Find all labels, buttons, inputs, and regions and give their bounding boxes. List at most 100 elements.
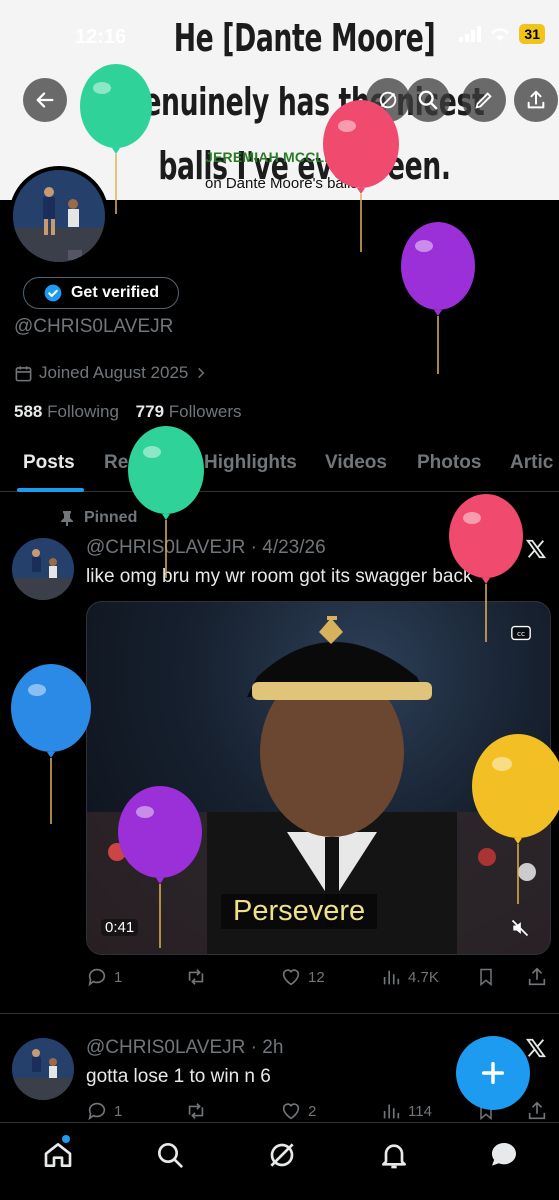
signal-icon — [459, 26, 482, 42]
tab-highlights[interactable]: Highlights — [204, 452, 297, 474]
status-icons: 31 — [459, 24, 545, 44]
pin-icon — [61, 511, 73, 526]
get-verified-button[interactable]: Get verified — [23, 277, 179, 309]
edit-button[interactable] — [462, 78, 506, 122]
nav-grok[interactable] — [266, 1139, 298, 1171]
home-notification-dot — [62, 1135, 70, 1143]
repost-button[interactable] — [184, 1100, 214, 1122]
nav-search[interactable] — [154, 1139, 186, 1171]
share-icon — [528, 1101, 546, 1120]
views-count: 114 — [408, 1102, 432, 1120]
pinned-label: Pinned — [84, 509, 138, 526]
nav-messages[interactable] — [488, 1139, 520, 1171]
reply-button[interactable]: 1 — [86, 1100, 122, 1122]
reply-count: 1 — [114, 1102, 123, 1120]
home-icon — [44, 1143, 72, 1167]
post-text: like omg bru my wr room got its swagger … — [86, 566, 473, 587]
search-icon — [158, 1143, 183, 1168]
post-actions: 1 12 4.7K — [86, 966, 551, 992]
like-icon — [282, 969, 300, 986]
banner-source: on Dante Moore's balls — [205, 175, 358, 192]
post-video[interactable]: Persevere 0:41 cc — [86, 601, 551, 955]
post-divider — [0, 1013, 559, 1014]
video-caption: Persevere — [221, 894, 378, 929]
like-icon — [282, 1103, 300, 1120]
x-logo-icon[interactable] — [525, 1037, 547, 1059]
status-time: 12:16 — [75, 26, 127, 48]
compose-button[interactable] — [456, 1036, 530, 1110]
followers-count: 779 — [135, 402, 165, 421]
active-tab-indicator — [17, 488, 84, 492]
like-button[interactable]: 2 — [280, 1100, 316, 1122]
share-icon — [527, 90, 545, 109]
video-duration: 0:41 — [101, 919, 139, 936]
back-icon — [36, 92, 54, 108]
mute-icon[interactable] — [510, 918, 530, 938]
following-link[interactable]: 588 Following — [14, 402, 119, 421]
tab-articles[interactable]: Artic — [510, 452, 553, 474]
following-label: Following — [47, 402, 119, 421]
nav-home[interactable] — [42, 1135, 74, 1171]
follow-stats: 588 Following 779 Followers — [14, 402, 242, 422]
avatar-image — [12, 538, 74, 600]
chevron-right-icon — [198, 367, 205, 379]
post-meta: @CHRIS0LAVEJR · 4/23/26 — [86, 537, 326, 558]
like-button[interactable]: 12 — [280, 966, 325, 988]
balloon-decoration — [11, 664, 91, 824]
reply-icon — [88, 968, 106, 987]
followers-label: Followers — [168, 402, 242, 421]
share-post-button[interactable] — [526, 1100, 548, 1122]
like-count: 2 — [308, 1102, 317, 1120]
profile-handle: @CHRIS0LAVEJR — [14, 316, 174, 337]
tab-photos[interactable]: Photos — [417, 452, 481, 474]
nav-notifications[interactable] — [378, 1139, 410, 1171]
views-button[interactable]: 4.7K — [380, 966, 439, 988]
battery-indicator: 31 — [519, 24, 545, 44]
cc-icon[interactable]: cc — [510, 622, 532, 644]
views-button[interactable]: 114 — [380, 1100, 432, 1122]
joined-label: Joined August 2025 — [39, 363, 189, 382]
get-verified-label: Get verified — [70, 284, 160, 301]
search-button[interactable] — [406, 78, 450, 122]
tab-posts[interactable]: Posts — [23, 452, 75, 474]
like-count: 12 — [308, 968, 325, 986]
joined-date[interactable]: Joined August 2025 — [14, 363, 208, 383]
post-avatar[interactable] — [12, 1038, 74, 1100]
repost-button[interactable] — [184, 966, 214, 988]
tab-replies[interactable]: Replies — [104, 452, 172, 474]
tab-videos[interactable]: Videos — [325, 452, 387, 474]
reply-icon — [88, 1102, 106, 1121]
banner-author: JEREMIAH MCCLELLAN — [205, 149, 372, 165]
grok-icon — [379, 91, 397, 109]
wifi-icon — [491, 28, 510, 41]
post-meta: @CHRIS0LAVEJR · 2h — [86, 1037, 284, 1058]
post-avatar[interactable] — [12, 538, 74, 600]
back-button[interactable] — [23, 78, 67, 122]
edit-icon — [475, 92, 492, 109]
grok-button[interactable] — [366, 78, 410, 122]
profile-avatar[interactable] — [9, 166, 109, 266]
views-icon — [383, 970, 400, 985]
reply-button[interactable]: 1 — [86, 966, 122, 988]
bookmark-button[interactable] — [476, 966, 496, 988]
share-icon — [528, 967, 546, 986]
post-text: gotta lose 1 to win n 6 — [86, 1066, 271, 1087]
views-count: 4.7K — [408, 968, 439, 986]
plus-icon — [481, 1061, 505, 1085]
share-button[interactable] — [514, 78, 558, 122]
followers-link[interactable]: 779 Followers — [136, 402, 242, 421]
verified-badge-icon — [44, 284, 62, 302]
repost-icon — [188, 969, 204, 985]
bookmark-icon — [480, 968, 492, 987]
bell-icon — [382, 1144, 406, 1169]
repost-icon — [188, 1103, 204, 1119]
avatar-image — [12, 1038, 74, 1100]
balloon-decoration — [401, 222, 475, 374]
grok-icon — [270, 1143, 294, 1167]
profile-tabs: Posts Replies Highlights Videos Photos A… — [0, 436, 559, 492]
share-post-button[interactable] — [526, 966, 548, 988]
x-logo-icon[interactable] — [525, 538, 547, 560]
pinned-indicator: Pinned — [60, 509, 137, 527]
search-icon — [418, 90, 438, 110]
svg-text:cc: cc — [517, 629, 525, 638]
